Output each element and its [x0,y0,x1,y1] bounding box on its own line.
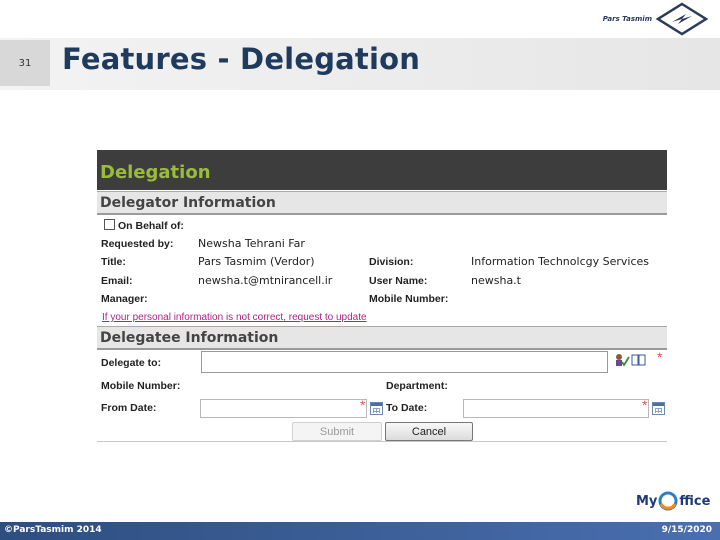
brand-name: Pars Tasmim [602,15,652,23]
delegatee-section-header: Delegatee Information [97,326,667,350]
slide-number: 31 [18,57,32,69]
form-bottom-border [97,441,667,442]
update-info-link[interactable]: If your personal information is not corr… [102,312,367,323]
title-label: Title: [101,256,126,268]
delegator-section-header: Delegator Information [97,191,667,215]
submit-button[interactable]: Submit [292,422,382,441]
department-label: Department: [386,380,448,392]
footer-copyright: ©ParsTasmim 2014 [4,525,102,535]
to-date-required-marker: * [642,397,648,413]
division-label: Division: [369,256,414,268]
from-date-input[interactable] [200,399,367,418]
to-date-input[interactable] [463,399,649,418]
from-date-calendar-icon[interactable] [370,402,383,415]
division-value: Information Technolcgy Services [471,255,649,268]
from-date-required-marker: * [360,397,366,413]
on-behalf-label: On Behalf of: [118,220,184,232]
myoffice-logo-my: My [636,493,658,509]
to-date-label: To Date: [386,402,428,414]
myoffice-logo-ffice: ffice [679,493,711,509]
title-value: Pars Tasmim (Verdor) [198,255,315,268]
requested-by-label: Requested by: [101,238,174,250]
delegatee-section-title: Delegatee Information [100,330,279,346]
from-date-label: From Date: [101,402,157,414]
email-value: newsha.t@mtnirancell.ir [198,274,333,287]
people-picker-icons [614,353,646,367]
check-names-icon[interactable] [614,353,630,367]
delegator-section-title: Delegator Information [100,195,276,211]
delegation-form: Delegation Delegator Information On Beha… [97,150,667,442]
delegate-to-input[interactable] [201,351,608,373]
to-date-calendar-icon[interactable] [652,402,665,415]
form-header-title: Delegation [100,162,211,183]
pars-tasmim-logo: Pars Tasmim [603,2,708,36]
pars-tasmim-emblem-icon [656,2,708,36]
delegate-to-label: Delegate to: [101,357,162,369]
cancel-button[interactable]: Cancel [385,422,473,441]
manager-label: Manager: [101,293,148,305]
slide-number-box: 31 [0,40,50,86]
form-header: Delegation [97,150,667,190]
mobile-number-label: Mobile Number: [369,293,449,305]
on-behalf-checkbox[interactable] [104,219,115,230]
delegatee-mobile-label: Mobile Number: [101,380,181,392]
email-label: Email: [101,275,133,287]
myoffice-logo: My ffice [636,490,710,512]
username-value: newsha.t [471,274,521,287]
address-book-icon[interactable] [631,353,646,367]
slide-title: Features - Delegation [62,42,421,76]
myoffice-emblem-icon [658,491,678,511]
username-label: User Name: [369,275,428,287]
footer-date: 9/15/2020 [661,525,712,535]
requested-by-value: Newsha Tehrani Far [198,237,305,250]
footer-bar [0,522,720,540]
required-marker: * [657,349,663,365]
